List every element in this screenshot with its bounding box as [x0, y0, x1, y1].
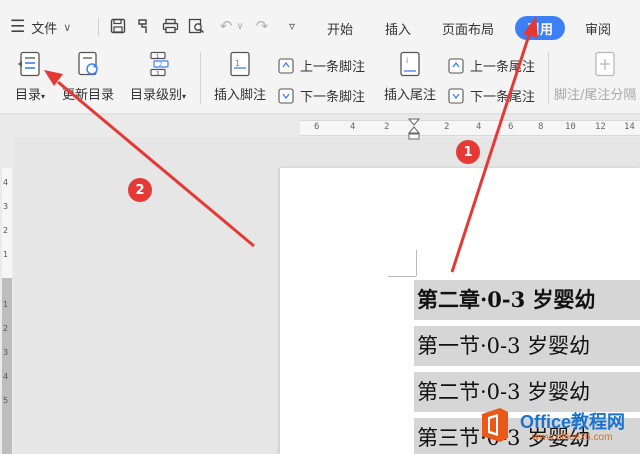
toc-icon: [17, 50, 43, 78]
update-toc-icon: [75, 50, 101, 78]
tab-page-layout[interactable]: 页面布局: [432, 16, 504, 40]
next-endnote-label: 下一条尾注: [470, 90, 536, 105]
watermark-title: Office教程网: [520, 412, 626, 432]
undo-icon[interactable]: ↶: [216, 16, 236, 36]
next-footnote-icon: [278, 87, 294, 104]
watermark-url: www.office26.com: [532, 432, 613, 443]
ruler-tick: 6: [314, 122, 320, 132]
svg-text:i: i: [406, 56, 408, 65]
tab-review[interactable]: 审阅: [576, 16, 620, 40]
toc-button[interactable]: 目录▾: [8, 50, 52, 103]
watermark: Office教程网 www.office26.com: [476, 404, 640, 454]
next-footnote-button[interactable]: 下一条脚注: [278, 86, 365, 105]
ribbon-divider: [548, 52, 549, 104]
insert-endnote-label: 插入尾注: [383, 88, 436, 103]
prev-footnote-button[interactable]: 上一条脚注: [278, 56, 365, 75]
separator-icon: [592, 50, 618, 78]
prev-endnote-button[interactable]: 上一条尾注: [448, 56, 535, 75]
toc-line-section[interactable]: 第一节·0-3 岁婴幼: [414, 326, 640, 366]
indent-marker-icon[interactable]: [408, 118, 420, 140]
insert-footnote-button[interactable]: 1 插入脚注: [210, 50, 270, 103]
prev-endnote-icon: [448, 57, 464, 74]
ruler-tick: 12: [595, 122, 606, 132]
toc-level-label: 目录级别▾: [129, 88, 187, 103]
vertical-ruler-tick: 1: [3, 300, 9, 309]
ruler-tick: 14: [624, 122, 635, 132]
margin-marker: [416, 250, 417, 276]
update-toc-button[interactable]: 更新目录: [58, 50, 118, 103]
separator-label: 脚注/尾注分隔: [554, 88, 637, 103]
margin-marker: [388, 276, 416, 277]
file-menu[interactable]: ☰ 文件 ∨: [10, 16, 71, 38]
svg-text:1: 1: [235, 59, 240, 68]
toc-line-chapter[interactable]: 第二章·0-3 岁婴幼: [414, 280, 640, 320]
vertical-ruler-tick: 4: [3, 372, 9, 381]
step-badge-2: 2: [128, 178, 152, 202]
file-menu-label: 文件: [31, 21, 58, 37]
next-endnote-button[interactable]: 下一条尾注: [448, 86, 535, 105]
hamburger-icon: ☰: [10, 17, 26, 37]
footnote-endnote-separator-button[interactable]: 脚注/尾注分隔: [554, 50, 640, 103]
save-icon[interactable]: [108, 16, 128, 36]
ruler-tick: 10: [565, 122, 576, 132]
prev-footnote-icon: [278, 57, 294, 74]
svg-text:2: 2: [159, 62, 162, 68]
ruler-tick: 8: [538, 122, 544, 132]
toc-level-icon: 123: [145, 50, 171, 78]
ribbon-divider: [200, 52, 201, 104]
chevron-down-icon: ∨: [63, 20, 72, 34]
horizontal-ruler[interactable]: 6 4 2 2 4 6 8 10 12 14: [0, 116, 640, 140]
undo-dropdown-icon[interactable]: ∨: [234, 16, 246, 36]
ruler-tick: 2: [384, 122, 390, 132]
insert-footnote-icon: 1: [227, 50, 253, 78]
office-logo-icon: [482, 408, 508, 442]
toc-label: 目录▾: [14, 88, 46, 103]
vertical-ruler-tick: 1: [3, 250, 9, 259]
tab-home[interactable]: 开始: [316, 16, 364, 40]
print-preview-icon[interactable]: [186, 16, 206, 36]
svg-text:3: 3: [156, 71, 159, 77]
step-badge-1: 1: [456, 140, 480, 164]
vertical-ruler-tick: 2: [3, 226, 9, 235]
vertical-ruler-tick: 5: [3, 396, 9, 405]
redo-icon[interactable]: ↷: [252, 16, 272, 36]
tab-references[interactable]: 引用: [515, 16, 565, 40]
vertical-ruler-tick: 3: [3, 348, 9, 357]
insert-endnote-button[interactable]: i 插入尾注: [380, 50, 440, 103]
next-footnote-label: 下一条脚注: [300, 90, 366, 105]
vertical-ruler-tick: 4: [3, 178, 9, 187]
divider: [98, 18, 99, 36]
ruler-tick: 6: [508, 122, 514, 132]
vertical-ruler[interactable]: 4 3 2 1 1 2 3 4 5: [0, 138, 14, 454]
customize-toolbar-icon[interactable]: ▿: [282, 16, 302, 36]
tab-insert[interactable]: 插入: [374, 16, 422, 40]
toc-level-button[interactable]: 123 目录级别▾: [124, 50, 192, 103]
update-toc-label: 更新目录: [61, 88, 114, 103]
prev-endnote-label: 上一条尾注: [470, 60, 536, 75]
ruler-tick: 4: [476, 122, 482, 132]
svg-text:1: 1: [156, 54, 159, 60]
next-endnote-icon: [448, 87, 464, 104]
insert-footnote-label: 插入脚注: [213, 88, 266, 103]
ruler-tick: 2: [444, 122, 450, 132]
format-painter-icon[interactable]: [134, 16, 154, 36]
ruler-tick: 4: [350, 122, 356, 132]
print-icon[interactable]: [160, 16, 180, 36]
vertical-ruler-tick: 3: [3, 202, 9, 211]
ribbon: 目录▾ 更新目录 123 目录级别▾ 1 插入脚注 上一条脚注 下一条脚注 i …: [0, 42, 640, 114]
menu-bar: ☰ 文件 ∨ ↶ ∨ ↷ ▿ 开始 插入 页面布局 引用 审阅: [0, 0, 640, 42]
vertical-ruler-tick: 2: [3, 324, 9, 333]
prev-footnote-label: 上一条脚注: [300, 60, 366, 75]
insert-endnote-icon: i: [397, 50, 423, 78]
